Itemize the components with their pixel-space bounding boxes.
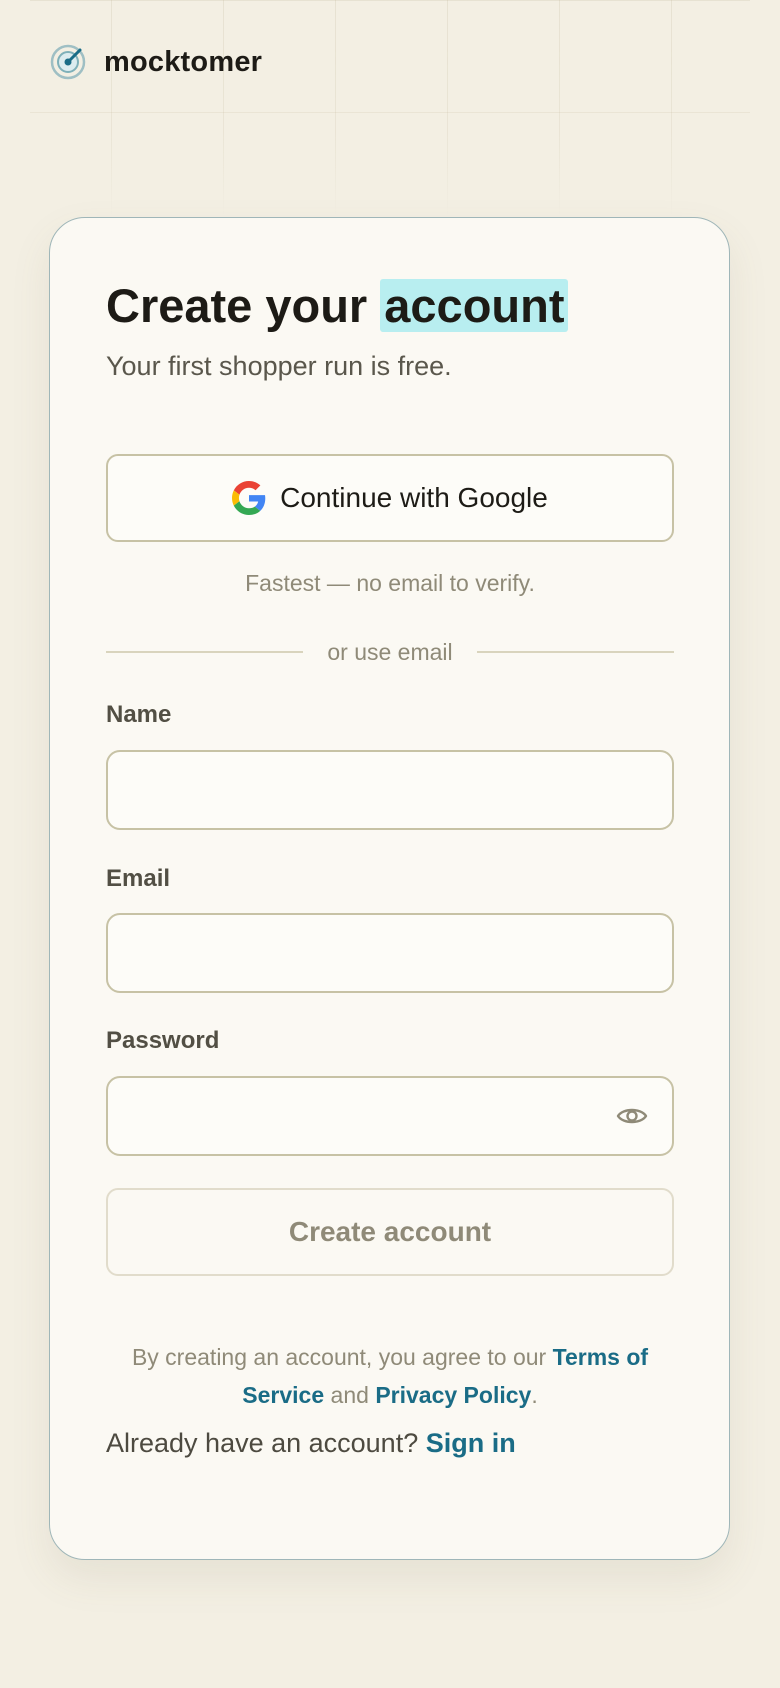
- name-field-box[interactable]: [106, 750, 674, 830]
- signin-row: Already have an account? Sign in: [106, 1428, 674, 1459]
- divider-line-left: [106, 651, 304, 653]
- password-field-box[interactable]: [106, 1076, 674, 1156]
- signin-prompt: Already have an account?: [106, 1428, 419, 1458]
- legal-suffix: .: [531, 1382, 538, 1408]
- legal-and: and: [330, 1382, 369, 1408]
- title-prefix: Create your: [106, 279, 368, 332]
- email-input[interactable]: [128, 915, 652, 991]
- legal-prefix: By creating an account, you agree to our: [131, 1344, 547, 1370]
- eye-icon[interactable]: [616, 1100, 648, 1132]
- privacy-policy-link[interactable]: Privacy Policy: [375, 1382, 531, 1408]
- title-highlight: account: [380, 279, 569, 332]
- password-input[interactable]: [128, 1078, 616, 1154]
- name-input[interactable]: [128, 752, 652, 828]
- page-title: Create your account: [106, 278, 674, 334]
- name-label: Name: [106, 701, 172, 728]
- top-bar: mocktomer: [50, 42, 262, 82]
- google-hint: Fastest — no email to verify.: [245, 570, 535, 596]
- create-account-button[interactable]: Create account: [106, 1188, 674, 1276]
- divider: or use email: [106, 636, 674, 668]
- target-icon[interactable]: [50, 44, 86, 80]
- google-button-label: Continue with Google: [280, 482, 548, 513]
- password-label: Password: [106, 1027, 220, 1054]
- background-grid: [30, 0, 750, 215]
- signup-card: Create your account Your first shopper r…: [49, 217, 730, 1560]
- brand-name[interactable]: mocktomer: [104, 46, 262, 79]
- sign-in-link[interactable]: Sign in: [426, 1428, 516, 1458]
- google-g-icon: [232, 481, 266, 515]
- continue-with-google-button[interactable]: Continue with Google: [106, 454, 674, 542]
- email-label: Email: [106, 865, 171, 892]
- email-field-box[interactable]: [106, 913, 674, 993]
- divider-text: or use email: [327, 638, 453, 665]
- page-subtitle: Your first shopper run is free.: [106, 351, 452, 381]
- legal-text: By creating an account, you agree to our…: [106, 1338, 674, 1414]
- divider-line-right: [476, 651, 674, 653]
